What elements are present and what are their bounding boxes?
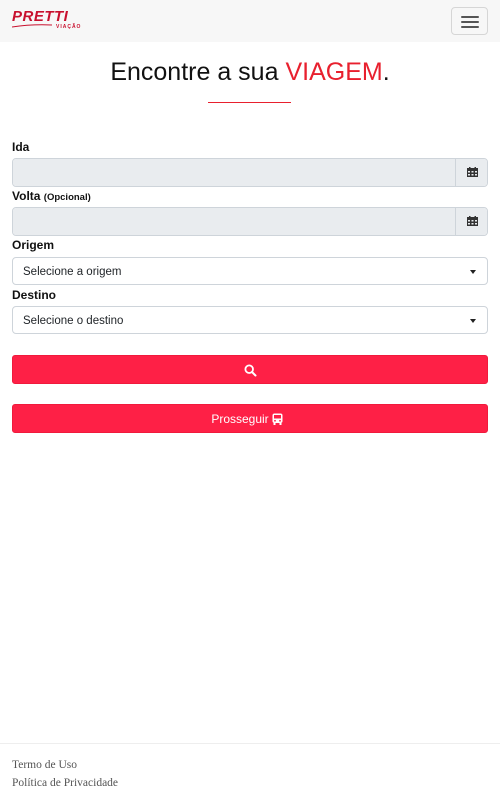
ida-calendar-button[interactable] — [455, 159, 487, 186]
ida-date-input[interactable] — [13, 159, 455, 186]
origem-selected-value: Selecione a origem — [23, 266, 122, 278]
ida-label: Ida — [12, 140, 29, 154]
top-navbar: PRETTI VIAÇÃO — [0, 0, 500, 42]
title-highlight: VIAGEM — [285, 58, 383, 86]
calendar-icon — [467, 216, 478, 226]
volta-label-text: Volta — [12, 189, 41, 203]
origem-label: Origem — [12, 238, 54, 252]
ida-label-text: Ida — [12, 140, 30, 154]
brand-logo[interactable]: PRETTI VIAÇÃO — [12, 9, 82, 31]
destino-label-text: Destino — [12, 288, 57, 302]
terms-link[interactable]: Termo de Uso — [12, 758, 77, 772]
hamburger-icon — [461, 16, 479, 18]
volta-label: Volta (Opcional) — [12, 189, 91, 205]
ida-date-group — [12, 158, 488, 187]
destino-selected-value: Selecione o destino — [23, 315, 124, 327]
hamburger-icon — [461, 26, 479, 28]
menu-toggle-button[interactable] — [451, 7, 488, 35]
title-prefix: Encontre a sua — [110, 58, 286, 86]
chevron-down-icon — [470, 270, 476, 274]
privacy-link[interactable]: Política de Privacidade — [12, 776, 118, 790]
proceed-button-label: Prosseguir — [211, 412, 269, 426]
hamburger-icon — [461, 21, 479, 23]
search-icon — [244, 364, 257, 377]
page-footer: Termo de Uso Política de Privacidade — [0, 743, 500, 800]
volta-date-input[interactable] — [13, 208, 455, 235]
chevron-down-icon — [470, 319, 476, 323]
volta-calendar-button[interactable] — [455, 208, 487, 235]
volta-date-group — [12, 207, 488, 236]
title-divider — [208, 102, 291, 103]
destino-select[interactable]: Selecione o destino — [12, 306, 488, 334]
page-title: Encontre a sua VIAGEM. — [0, 56, 500, 88]
volta-optional-note: (Opcional) — [43, 192, 91, 203]
brand-logo-subtext: VIAÇÃO — [56, 24, 82, 30]
origem-select[interactable]: Selecione a origem — [12, 257, 488, 285]
search-button[interactable] — [12, 355, 488, 384]
bus-icon — [272, 413, 283, 425]
origem-label-text: Origem — [12, 238, 55, 252]
proceed-button-content: Prosseguir — [13, 413, 481, 426]
calendar-icon — [467, 167, 478, 177]
title-suffix: . — [382, 58, 390, 86]
brand-logo-text: PRETTI — [12, 8, 69, 25]
destino-label: Destino — [12, 288, 56, 302]
proceed-button[interactable]: Prosseguir — [12, 404, 488, 433]
logo-swoosh-icon — [12, 24, 52, 28]
